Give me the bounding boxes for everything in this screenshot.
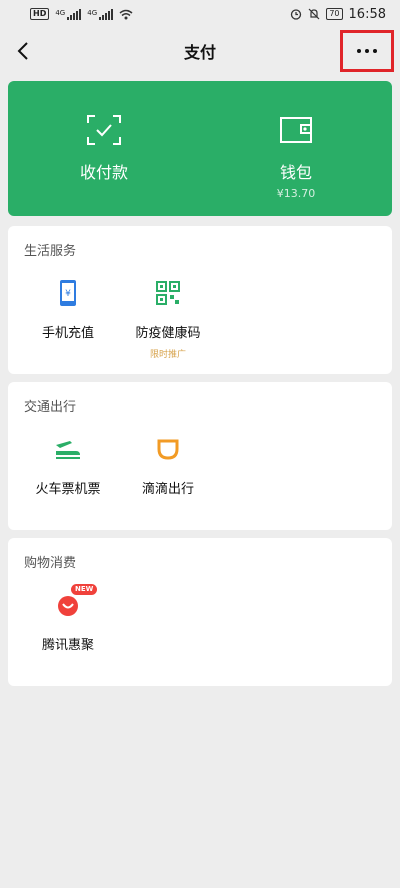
tencent-huiju-item[interactable]: NEW 腾讯惠聚: [22, 584, 114, 653]
wallet-label: 钱包: [279, 163, 312, 182]
page-title: 支付: [183, 43, 216, 62]
svg-text:¥: ¥: [65, 289, 71, 299]
signal-icon: 4G: [55, 8, 82, 20]
phone-recharge-item[interactable]: ¥ 手机充值: [22, 278, 114, 360]
signal-icon: 4G: [87, 8, 114, 20]
nav-bar: 支付: [0, 28, 400, 74]
receive-pay-label: 收付款: [79, 163, 128, 182]
new-badge: NEW: [71, 584, 98, 595]
pay-card: 收付款 钱包 ¥13.70: [8, 81, 392, 216]
clock: 16:58: [348, 6, 386, 22]
didi-item[interactable]: 滴滴出行: [122, 434, 214, 497]
train-plane-icon: [56, 441, 80, 459]
alarm-icon: [291, 9, 302, 20]
section-title: 购物消费: [24, 556, 77, 571]
chevron-left-icon: [17, 42, 28, 60]
wallet-button[interactable]: 钱包 ¥13.70: [200, 81, 392, 216]
train-plane-item[interactable]: 火车票机票: [22, 434, 114, 497]
phone-recharge-icon: ¥: [60, 280, 76, 306]
tencent-huiju-label: 腾讯惠聚: [41, 638, 94, 653]
dot-icon: [373, 49, 377, 53]
didi-icon: [157, 439, 179, 460]
section-title: 交通出行: [24, 400, 77, 415]
health-code-item[interactable]: 防疫健康码 限时推广: [122, 278, 214, 360]
section-transport: 交通出行 火车票机票 滴滴出行: [8, 382, 392, 530]
section-shopping: 购物消费 NEW 腾讯惠聚: [8, 538, 392, 686]
more-options-button[interactable]: [340, 30, 394, 72]
status-bar: HD 4G 4G 70 16:58: [0, 0, 400, 28]
mute-bell-icon: [308, 8, 320, 20]
qr-code-icon: [156, 281, 180, 305]
wallet-balance: ¥13.70: [276, 187, 316, 200]
section-life-services: 生活服务 ¥ 手机充值 防疫健康码 限时推广: [8, 226, 392, 374]
receive-pay-button[interactable]: 收付款: [8, 81, 200, 216]
train-plane-label: 火车票机票: [35, 482, 101, 497]
promo-tag: 限时推广: [149, 350, 186, 360]
wallet-icon: [280, 117, 312, 143]
hd-badge: HD: [30, 8, 50, 20]
scan-check-icon: [87, 115, 121, 145]
section-title: 生活服务: [24, 244, 77, 259]
didi-label: 滴滴出行: [141, 482, 194, 497]
back-button[interactable]: [6, 34, 40, 68]
health-code-label: 防疫健康码: [135, 326, 201, 341]
dot-icon: [365, 49, 369, 53]
wifi-icon: [119, 9, 133, 19]
battery-indicator: 70: [326, 8, 343, 20]
phone-recharge-label: 手机充值: [41, 326, 94, 341]
tencent-huiju-icon: [58, 596, 78, 616]
dot-icon: [357, 49, 361, 53]
